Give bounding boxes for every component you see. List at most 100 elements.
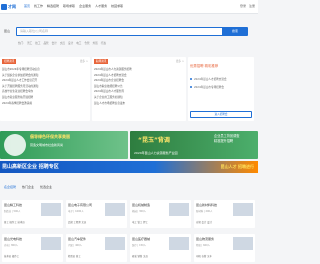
company-jobs: 电工 钳工 焊工 [132,221,148,224]
nav-featured[interactable]: 精选招聘 [47,4,59,8]
tab-hot[interactable]: 热门企业 [22,185,34,189]
promo-banner-right[interactable]: “昆玉”背调 企业员工背景调查 精准提升招聘 2024年昆山人力资源服务产业园 [130,131,258,159]
badge-icon [4,134,26,156]
company-meta: 物流 | 600人 [196,244,211,247]
company-card[interactable]: 昆山机械制造 机械 | 300人 电工 钳工 焊工 [130,200,191,228]
search-input[interactable]: 请输入职位/公司名称 [16,27,224,36]
notice-title: 优秀招聘 精彩推荐 [190,64,219,68]
ribbon-title: 昆山高新区企业 招聘专区 [2,164,59,170]
column-tag[interactable]: 招聘资讯 [2,58,17,64]
company-jobs: 研发 销售 文员 [132,255,148,258]
hotword[interactable]: 电工 [76,41,81,45]
hotwords-label: 热门: [18,42,25,45]
hotword[interactable]: 仓管 [84,41,89,45]
news-list: 昆山市2024年专场招聘活动信息 关于组织企业参加招聘会的通知 2024年昆山人… [2,67,88,106]
news-item[interactable]: 昆山人才市场招聘信息发布 [94,101,184,107]
tab-famous[interactable]: 名企招聘 [4,185,16,189]
column-header: 招聘资讯 更多 > [0,57,90,65]
company-tabs: 名企招聘 热门企业 优选企业 [4,185,52,189]
bullet-icon [190,86,192,88]
hotword[interactable]: 普工 [27,41,32,45]
company-meta: 汽配 | 400人 [68,244,83,247]
search-button[interactable]: 搜索 [222,27,248,36]
banner-subtitle: 营造文明城市社会新风尚 [30,143,64,147]
nav-career[interactable]: 职场求职 [63,4,75,8]
nav-campus[interactable]: 校园求职 [111,4,123,8]
search-bar: 昆山 请输入职位/公司名称 搜索 [0,24,258,40]
banner-footer: 2024年昆山人力资源服务产业园 [134,151,178,155]
company-name: 昆山机械制造 [132,203,151,207]
account-links: 登录 注册 [240,4,255,8]
logo-text: 才网 [8,3,16,9]
company-meta: 制造业 | 500人 [4,210,21,213]
banner-side-text: 企业员工背景调查 精准提升招聘 [214,134,240,144]
nav-talent[interactable]: 人才服务 [95,4,107,8]
company-meta: 新材料 | 200人 [196,210,213,213]
nav-home[interactable]: 首页 [24,4,30,8]
company-image [105,237,125,250]
company-card[interactable]: 昆山精工科技 制造业 | 500人 普工 操作工 技术员 [2,200,63,228]
column-header: 职场资讯 更多 > [92,57,186,65]
hotword[interactable]: 外贸 [93,41,98,45]
news-column-1: 招聘资讯 更多 > 昆山市2024年专场招聘活动信息 关于组织企业参加招聘会的通… [0,57,90,121]
hotword[interactable]: 技工 [35,41,40,45]
company-jobs: 检验员 普工 [68,255,81,258]
company-name: 昆山新材料科技 [196,203,218,207]
company-card[interactable]: 昆山汽车配件 汽配 | 400人 检验员 普工 [66,234,127,262]
company-image [233,237,253,250]
company-card[interactable]: 昆山光电科技 光电 | 800人 技术员 操作工 [2,234,63,262]
bullet-icon [190,78,192,80]
news-list: 2024年昆山市人力资源服务招聘 2024年昆山人才招聘交流会 2024年昆山市… [94,67,184,106]
company-card[interactable]: 昆山新材料科技 新材料 | 200人 仓管 会计 设计 [194,200,255,228]
news-item[interactable]: 2024年春季招聘会邀请函 [2,101,88,107]
company-image [233,203,253,216]
logo-icon [1,3,7,10]
notice-card: 优秀招聘 精彩推荐 2024年昆山人才招聘交流会 2024年昆山市专场招聘会 进… [188,57,254,121]
company-meta: 机械 | 300人 [132,210,147,213]
promo-banner-left[interactable]: 倡导绿色环保共享美丽 营造文明城市社会新风尚 [0,131,128,159]
site-logo[interactable]: 才网 [1,3,16,10]
banner-side-line: 精准提升招聘 [214,139,234,143]
company-jobs: 品管 工程师 文员 [68,221,87,224]
company-image [41,237,61,250]
news-column-2: 职场资讯 更多 > 2024年昆山市人力资源服务招聘 2024年昆山人才招聘交流… [92,57,186,121]
enter-fair-button[interactable]: 进入招聘会 [190,111,252,118]
more-link[interactable]: 更多 > [176,59,184,63]
company-name: 昆山精工科技 [4,203,23,207]
company-card[interactable]: 昆山电子有限公司 电子 | 1000人 品管 工程师 文员 [66,200,127,228]
hotword[interactable]: 文员 [60,41,65,45]
notice-item[interactable]: 2024年昆山人才招聘交流会 [194,77,227,81]
tab-preferred[interactable]: 优选企业 [40,185,52,189]
banner-title: “昆玉”背调 [138,137,170,144]
more-link[interactable]: 更多 > [80,59,88,63]
hotword[interactable]: 设计 [68,41,73,45]
company-card[interactable]: 昆山物流服务 物流 | 600人 司机 仓管 叉车 [194,234,255,262]
hotword[interactable]: 行政 [101,41,106,45]
hotword[interactable]: 品管 [43,41,48,45]
zone-ribbon[interactable]: 昆山高新区企业 招聘专区 昆山人才 招聘进行 [0,161,258,173]
company-image [105,203,125,216]
ribbon-right-text: 昆山人才 招聘进行 [220,164,254,169]
company-image [169,237,189,250]
company-jobs: 仓管 会计 设计 [196,221,212,224]
login-link[interactable]: 登录 [240,4,246,8]
company-jobs: 普工 操作工 技术员 [4,221,25,224]
hotword[interactable]: 会计 [52,41,57,45]
column-tag[interactable]: 职场资讯 [94,58,109,64]
top-navigation-bar: 才网 首页 找工作 精选招聘 职场求职 企业服务 人才服务 校园求职 登录 注册 [0,0,258,14]
banner-title: 倡导绿色环保共享美丽 [30,134,70,139]
notice-item[interactable]: 2024年昆山市专场招聘会 [194,85,224,89]
company-jobs: 技术员 操作工 [4,255,20,258]
register-link[interactable]: 注册 [249,4,255,8]
company-name: 昆山光电科技 [4,237,23,241]
company-meta: 医疗 | 150人 [132,244,147,247]
company-meta: 电子 | 1000人 [68,210,84,213]
nav-enterprise[interactable]: 企业服务 [79,4,91,8]
main-nav: 首页 找工作 精选招聘 职场求职 企业服务 人才服务 校园求职 [24,4,123,8]
nav-find-job[interactable]: 找工作 [34,4,43,8]
city-selector[interactable]: 昆山 [4,29,10,33]
company-name: 昆山物流服务 [196,237,215,241]
hot-keywords: 热门: 普工 技工 品管 会计 文员 设计 电工 仓管 外贸 行政 [18,41,106,45]
company-card[interactable]: 昆山医疗器械 医疗 | 150人 研发 销售 文员 [130,234,191,262]
company-image [169,203,189,216]
